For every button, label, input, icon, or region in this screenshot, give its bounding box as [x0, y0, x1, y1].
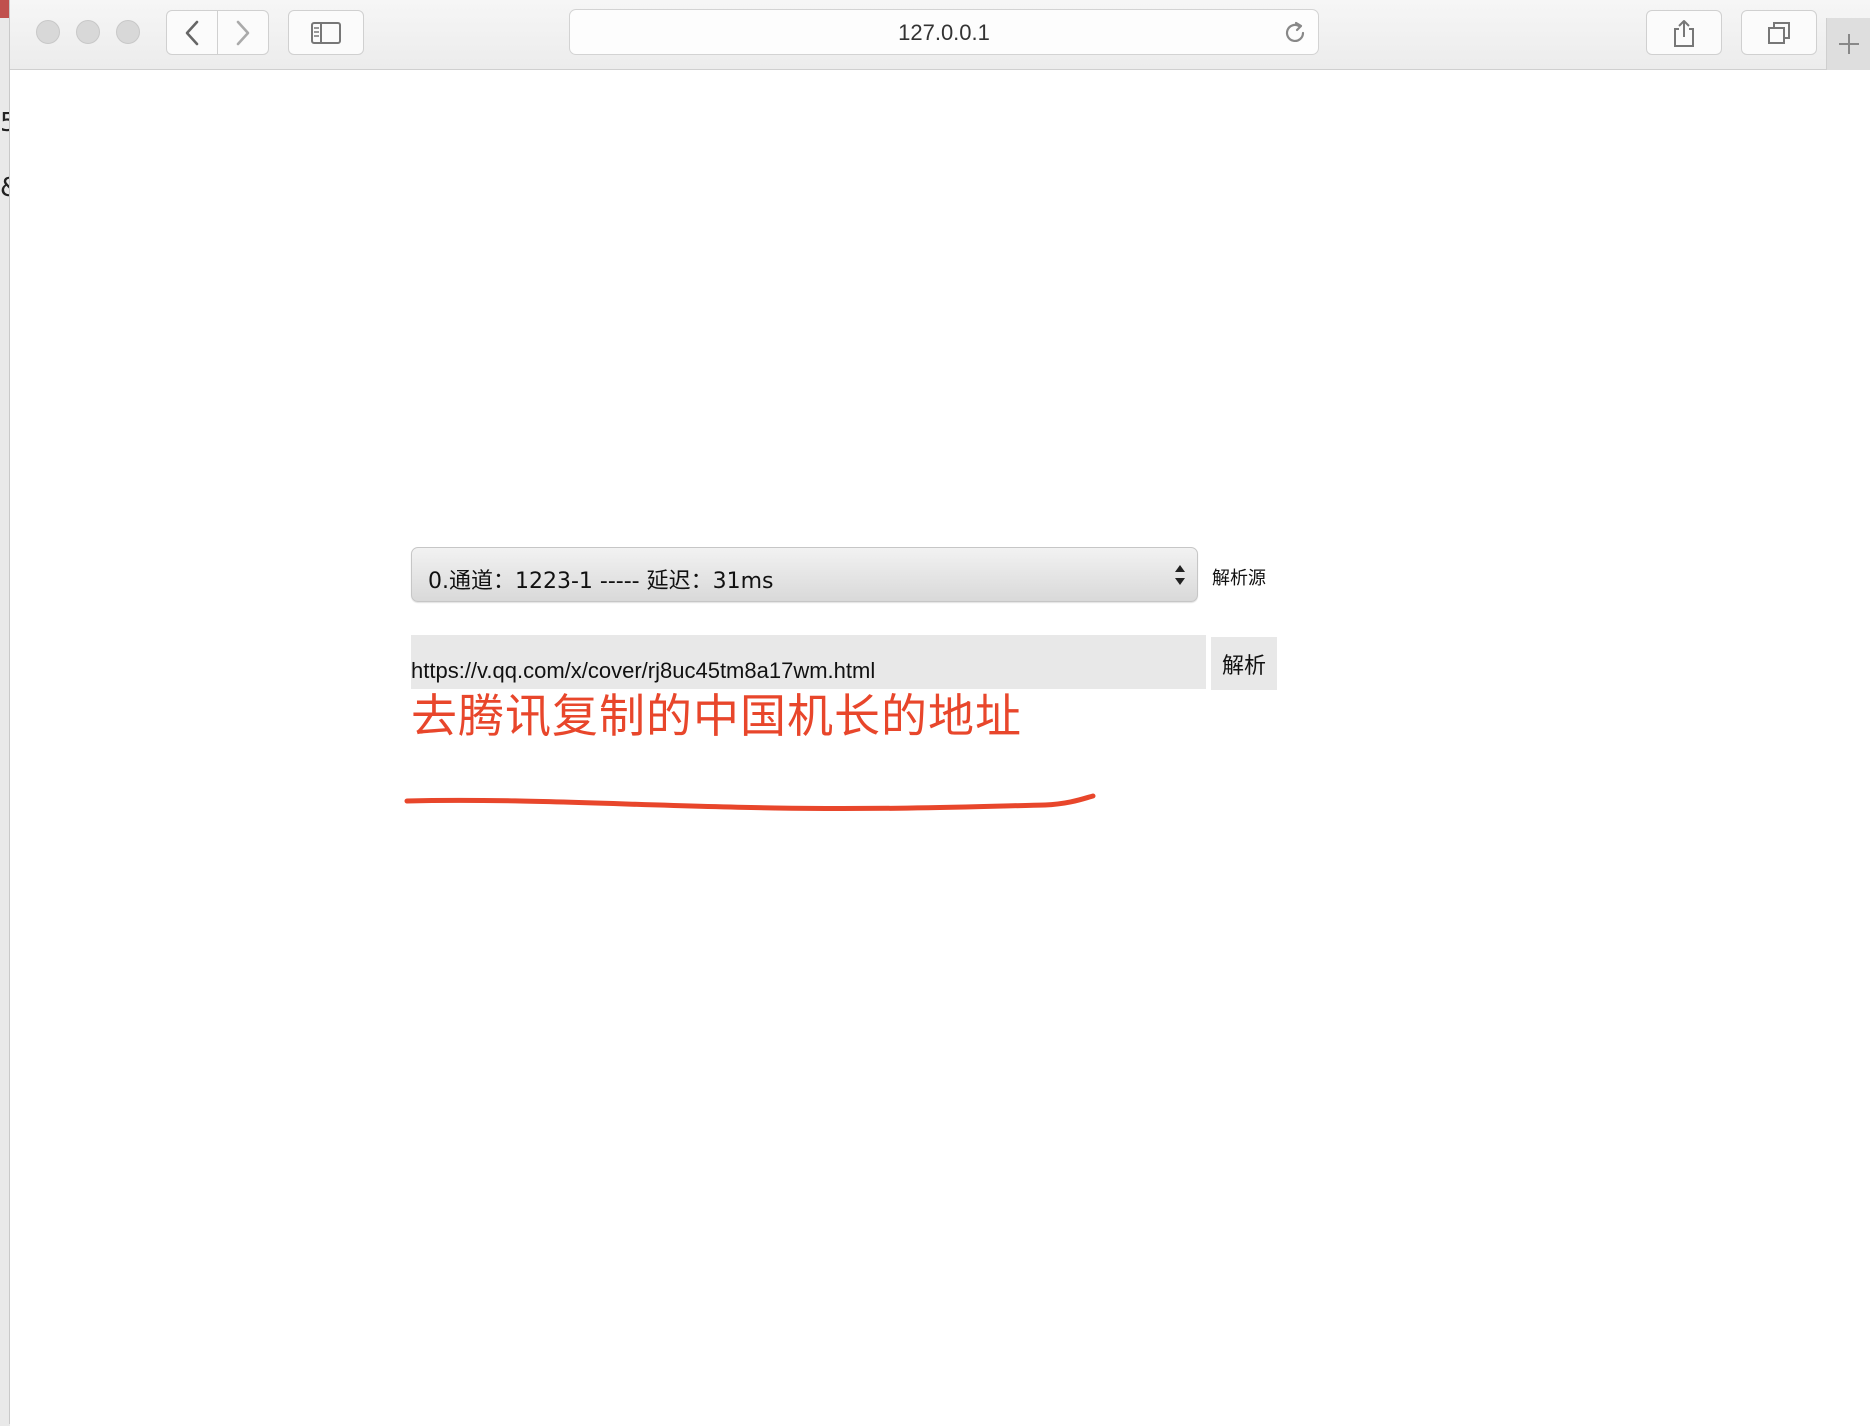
close-window-button[interactable]: [36, 20, 60, 44]
chevron-left-icon: [185, 20, 199, 45]
source-select[interactable]: 0.通道：1223-1 ----- 延迟：31ms: [411, 547, 1198, 602]
tabs-overview-icon: [1768, 21, 1790, 44]
minimize-window-button[interactable]: [76, 20, 100, 44]
reload-icon: [1285, 21, 1305, 42]
parse-button[interactable]: 解析: [1211, 637, 1277, 690]
address-url[interactable]: 127.0.0.1: [570, 20, 1318, 46]
address-bar[interactable]: 127.0.0.1: [569, 9, 1319, 55]
back-button[interactable]: [166, 10, 218, 55]
sidebar-toggle-button[interactable]: [288, 10, 364, 55]
chevron-right-icon: [236, 20, 250, 45]
reload-button[interactable]: [1282, 20, 1308, 51]
select-arrows-icon: [1173, 561, 1187, 594]
share-icon: [1674, 19, 1694, 47]
tabs-overview-button[interactable]: [1741, 10, 1817, 55]
zoom-window-button[interactable]: [116, 20, 140, 44]
annotation-underline: [404, 793, 1096, 812]
plus-icon: [1839, 34, 1859, 54]
forward-button[interactable]: [217, 10, 269, 55]
sidebar-icon: [311, 21, 341, 44]
browser-toolbar: 127.0.0.1: [10, 0, 1870, 70]
source-select-value: 0.通道：1223-1 ----- 延迟：31ms: [428, 569, 774, 594]
source-select-label: 解析源: [1212, 568, 1266, 589]
new-tab-button[interactable]: [1826, 18, 1870, 70]
share-button[interactable]: [1646, 10, 1722, 55]
